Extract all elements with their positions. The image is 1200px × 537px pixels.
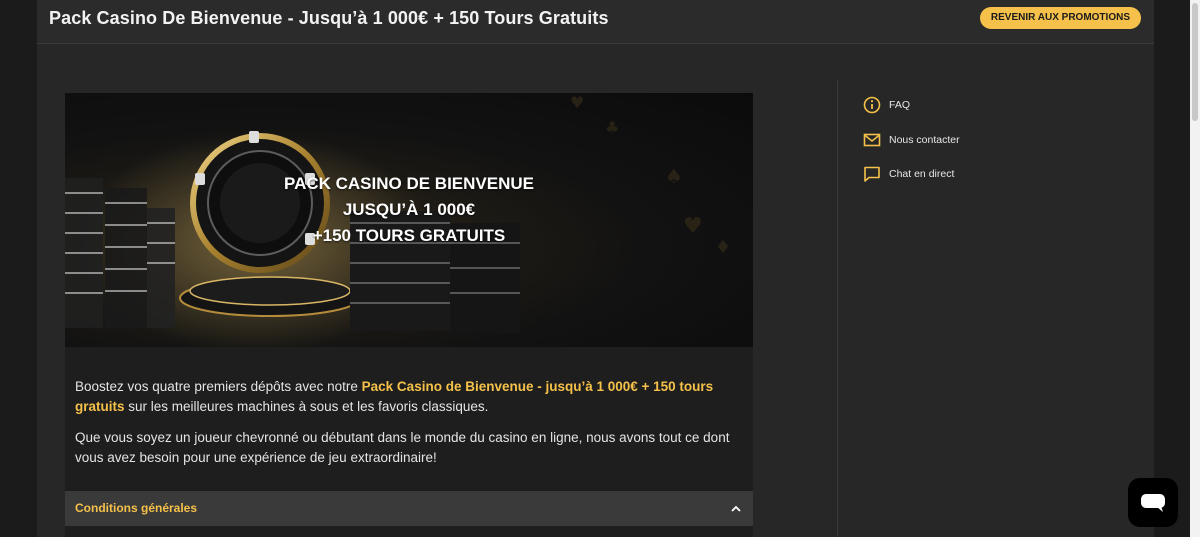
banner-title-line-2: JUSQU’À 1 000€ xyxy=(342,200,476,219)
back-to-promotions-button[interactable]: REVENIR AUX PROMOTIONS xyxy=(979,7,1141,29)
chat-bubble-icon xyxy=(1141,494,1165,512)
sidebar-item-label: Nous contacter xyxy=(889,134,960,146)
promotion-banner: ♠ ♥ ♦ ♣ ♥ PACK CASINO DE BIENVENUE JUSQU… xyxy=(65,93,753,347)
sidebar-divider xyxy=(837,80,838,537)
scrollbar[interactable] xyxy=(1190,0,1200,537)
page-title: Pack Casino De Bienvenue - Jusqu’à 1 000… xyxy=(49,8,609,28)
promotion-content: ♠ ♥ ♦ ♣ ♥ PACK CASINO DE BIENVENUE JUSQU… xyxy=(65,93,753,537)
chat-widget-button[interactable] xyxy=(1128,478,1178,527)
page-container: Pack Casino De Bienvenue - Jusqu’à 1 000… xyxy=(37,0,1154,537)
mail-icon xyxy=(863,133,881,147)
info-icon xyxy=(863,96,881,114)
scrollbar-thumb[interactable] xyxy=(1192,3,1198,121)
terms-accordion-title: Conditions générales xyxy=(75,501,198,515)
casino-chips-illustration: ♠ ♥ ♦ ♣ ♥ xyxy=(65,93,731,347)
svg-text:♣: ♣ xyxy=(605,118,619,137)
sidebar-item-label: FAQ xyxy=(889,99,911,111)
svg-text:♥: ♥ xyxy=(570,93,584,112)
sidebar-item-live-chat[interactable]: Chat en direct xyxy=(863,164,954,184)
promo-description-paragraph-2: Que vous soyez un joueur chevronné ou dé… xyxy=(75,430,730,465)
promo-description-paragraph-1: Boostez vos quatre premiers dépôts avec … xyxy=(75,377,735,416)
p1-text-start: Boostez vos quatre premiers dépôts avec … xyxy=(75,379,362,394)
banner-title-line-1: PACK CASINO DE BIENVENUE xyxy=(284,174,534,193)
terms-accordion-header[interactable]: Conditions générales xyxy=(65,491,753,526)
sidebar-item-faq[interactable]: FAQ xyxy=(863,95,910,115)
sidebar-item-contact[interactable]: Nous contacter xyxy=(863,130,960,150)
page-header: Pack Casino De Bienvenue - Jusqu’à 1 000… xyxy=(37,0,1154,44)
banner-title-line-3: +150 TOURS GRATUITS xyxy=(312,226,506,245)
sidebar-item-label: Chat en direct xyxy=(889,168,955,180)
p1-text-end: sur les meilleures machines à sous et le… xyxy=(124,398,489,414)
chat-icon xyxy=(864,166,880,182)
chevron-up-icon xyxy=(731,505,741,512)
